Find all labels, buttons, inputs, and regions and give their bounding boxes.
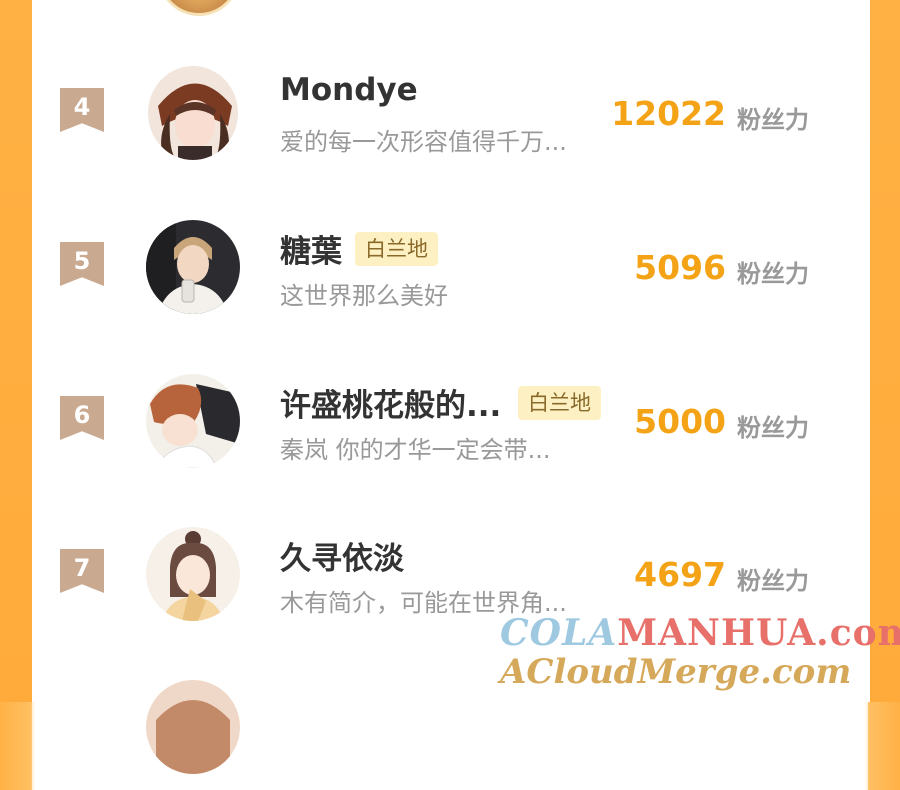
- fan-score: 4697: [634, 555, 726, 594]
- rank-badge: 7: [60, 549, 104, 593]
- fan-score-unit: 粉丝力: [737, 260, 809, 288]
- watermark-text-a: COLA: [500, 612, 618, 654]
- ranking-row-5[interactable]: 5 糖葉 白兰地 这世界那么美好 5096 粉丝力: [0, 220, 900, 330]
- fan-score: 5096: [634, 248, 726, 287]
- user-name[interactable]: Mondye: [280, 72, 418, 108]
- avatar[interactable]: [146, 220, 240, 314]
- rank-badge: 6: [60, 396, 104, 440]
- avatar[interactable]: [146, 527, 240, 621]
- avatar[interactable]: [146, 374, 240, 468]
- ranking-row-8[interactable]: [0, 680, 900, 790]
- fan-group-tag: 白兰地: [355, 232, 438, 266]
- ranking-row-6[interactable]: 6 许盛桃花般的... 白兰地 秦岚 你的才华一定会带... 5000 粉丝力: [0, 374, 900, 484]
- rank-badge: 4: [60, 88, 104, 132]
- watermark-text-b: MANHUA.com: [617, 612, 900, 654]
- user-bio: 这世界那么美好: [280, 282, 448, 310]
- avatar[interactable]: [146, 680, 240, 774]
- user-name[interactable]: 许盛桃花般的...: [280, 380, 501, 425]
- user-bio: 爱的每一次形容值得千万...: [280, 128, 567, 156]
- fan-score: 12022: [611, 94, 726, 133]
- ranking-row-4[interactable]: 4 Mondye 爱的每一次形容值得千万... 12022 粉丝力: [0, 66, 900, 176]
- site-watermark: COLAMANHUA.com ACloudMerge.com: [500, 612, 900, 692]
- avatar[interactable]: [148, 66, 238, 160]
- user-name[interactable]: 糖葉: [280, 226, 342, 271]
- fan-score: 5000: [634, 402, 726, 441]
- user-bio: 秦岚 你的才华一定会带...: [280, 436, 551, 464]
- user-name[interactable]: 久寻依淡: [280, 533, 404, 578]
- fan-score-unit: 粉丝力: [737, 414, 809, 442]
- rank-badge: 5: [60, 242, 104, 286]
- fan-score-unit: 粉丝力: [737, 106, 809, 134]
- watermark-text-line2: ACloudMerge.com: [500, 652, 852, 692]
- fan-score-unit: 粉丝力: [737, 567, 809, 595]
